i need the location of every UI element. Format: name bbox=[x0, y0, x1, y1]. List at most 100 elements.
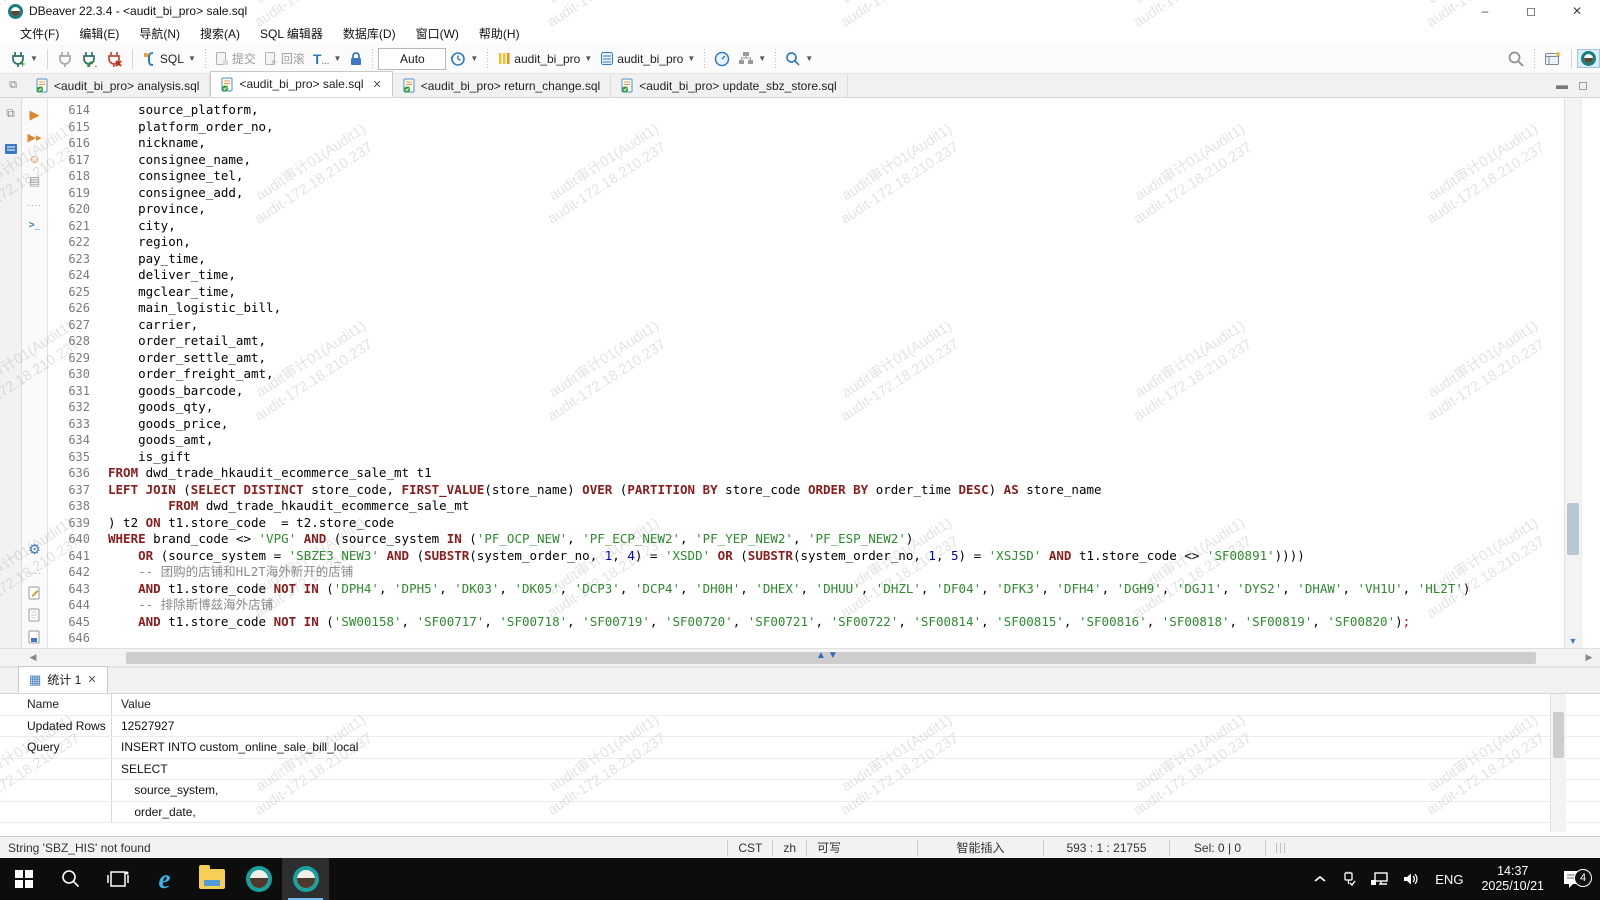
rollback-button[interactable]: 回滚 bbox=[260, 48, 309, 69]
scrollbar-thumb[interactable] bbox=[1553, 712, 1564, 758]
panel-vertical-scrollbar[interactable] bbox=[1550, 694, 1566, 832]
table-row-0[interactable]: Updated Rows12527927 bbox=[0, 716, 1600, 738]
commit-button[interactable]: 提交 bbox=[211, 48, 260, 69]
menu-item-5[interactable]: 数据库(D) bbox=[333, 23, 406, 44]
task-view-button[interactable] bbox=[94, 858, 141, 900]
column-header-name[interactable]: Name bbox=[0, 694, 112, 715]
status-bar: String 'SBZ_HIS' not found CST zh 可写 智能插… bbox=[0, 836, 1600, 858]
scrollbar-thumb[interactable] bbox=[1567, 503, 1579, 555]
reconnect-button[interactable] bbox=[77, 49, 102, 69]
status-insert-mode[interactable]: 智能插入 bbox=[917, 840, 1043, 856]
dbeaver-taskbar-button-active[interactable] bbox=[282, 858, 329, 900]
invalidate-connection-button[interactable] bbox=[53, 49, 77, 69]
editor-horizontal-scrollbar[interactable]: ◀ ▲▼ ▶ bbox=[0, 648, 1600, 666]
taskbar-clock[interactable]: 14:37 2025/10/21 bbox=[1471, 864, 1554, 894]
menu-item-4[interactable]: SQL 编辑器 bbox=[250, 23, 333, 44]
editor-tab-0[interactable]: <audit_bi_pro> analysis.sql bbox=[26, 74, 210, 97]
tab-label: <audit_bi_pro> analysis.sql bbox=[54, 79, 199, 93]
code-line-624: deliver_time, bbox=[108, 267, 1564, 284]
table-row-4[interactable]: order_date, bbox=[0, 802, 1600, 824]
close-button[interactable]: ✕ bbox=[1554, 0, 1600, 22]
maximize-view-icon[interactable]: ◻ bbox=[1578, 78, 1588, 92]
dbeaver-perspective-button[interactable] bbox=[1577, 49, 1600, 68]
table-row-3[interactable]: source_system, bbox=[0, 780, 1600, 802]
start-button[interactable] bbox=[0, 858, 47, 900]
dbeaver-icon bbox=[293, 866, 319, 892]
restore-panel-icon[interactable]: ⧉ bbox=[0, 102, 21, 124]
taskbar-search-button[interactable] bbox=[47, 858, 94, 900]
splitter-toggle-icon[interactable]: ▲▼ bbox=[816, 650, 840, 661]
transaction-log-button[interactable]: T… ▼ bbox=[309, 49, 345, 69]
scroll-right-icon[interactable]: ▶ bbox=[1580, 652, 1598, 663]
input-language[interactable]: ENG bbox=[1427, 872, 1471, 887]
editor-vertical-scrollbar[interactable]: ▲ ▼ bbox=[1564, 98, 1581, 648]
history-button[interactable]: ▼ bbox=[446, 49, 482, 69]
editor-tab-1[interactable]: <audit_bi_pro> sale.sql✕ bbox=[210, 71, 392, 97]
menu-item-0[interactable]: 文件(F) bbox=[10, 23, 69, 44]
maximize-button[interactable]: ◻ bbox=[1508, 0, 1554, 22]
status-language[interactable]: zh bbox=[772, 840, 806, 856]
action-center-button[interactable]: 4 bbox=[1554, 869, 1600, 889]
editor-tab-3[interactable]: <audit_bi_pro> update_sbz_store.sql bbox=[611, 74, 847, 97]
er-diagram-button[interactable]: ▼ bbox=[734, 49, 770, 68]
dashboard-button[interactable] bbox=[710, 49, 734, 69]
dbeaver-logo-icon bbox=[8, 4, 23, 19]
schema-selector[interactable]: audit_bi_pro ▼ bbox=[596, 49, 699, 68]
dbeaver-taskbar-button[interactable] bbox=[235, 858, 282, 900]
open-perspective-button[interactable] bbox=[1540, 48, 1566, 69]
scroll-left-icon[interactable]: ◀ bbox=[24, 652, 42, 663]
tray-chevron-up-icon[interactable] bbox=[1306, 874, 1334, 884]
sql-editor-button[interactable]: SQL ▼ bbox=[138, 49, 200, 69]
minimize-view-icon[interactable]: ▬ bbox=[1556, 78, 1568, 92]
edit-note-icon[interactable] bbox=[22, 582, 47, 604]
minimize-button[interactable]: – bbox=[1462, 0, 1508, 22]
column-header-value[interactable]: Value bbox=[112, 694, 1600, 715]
status-caret-position[interactable]: 593 : 1 : 21755 bbox=[1043, 840, 1169, 856]
statistics-table: Name Value Updated Rows12527927QueryINSE… bbox=[0, 694, 1600, 832]
internet-explorer-button[interactable]: e bbox=[141, 858, 188, 900]
code-line-629: order_settle_amt, bbox=[108, 350, 1564, 367]
quick-search-button[interactable] bbox=[1503, 48, 1529, 70]
network-icon[interactable] bbox=[1364, 872, 1396, 886]
execute-script-icon[interactable]: ▶ bbox=[22, 104, 47, 126]
usb-device-icon[interactable] bbox=[1334, 871, 1364, 887]
line-number: 640 bbox=[48, 531, 90, 548]
line-number: 619 bbox=[48, 185, 90, 202]
tab-statistics[interactable]: ▦ 统计 1 ✕ bbox=[18, 666, 108, 693]
explain-plan-icon[interactable]: ▤ bbox=[22, 170, 47, 192]
volume-icon[interactable] bbox=[1396, 872, 1427, 886]
scrollbar-thumb[interactable]: ▲▼ bbox=[126, 652, 1536, 664]
new-connection-button[interactable]: + ▼ bbox=[6, 49, 42, 69]
windows-logo-icon bbox=[15, 870, 33, 888]
sql-file-icon bbox=[221, 77, 234, 92]
projects-icon[interactable] bbox=[0, 138, 21, 160]
connection-selector[interactable]: audit_bi_pro ▼ bbox=[493, 49, 596, 68]
settings-gear-icon[interactable]: ⚙ bbox=[22, 538, 47, 560]
toolbar-search-button[interactable]: ▼ bbox=[781, 49, 817, 69]
menu-item-2[interactable]: 导航(N) bbox=[129, 23, 190, 44]
menu-item-3[interactable]: 搜索(A) bbox=[190, 23, 250, 44]
lock-button[interactable] bbox=[345, 49, 367, 68]
disconnect-button[interactable] bbox=[102, 49, 127, 69]
close-icon[interactable]: ✕ bbox=[87, 673, 96, 686]
chevron-down-icon: ▼ bbox=[188, 54, 196, 63]
restore-view-icon[interactable]: ⧉ bbox=[0, 73, 26, 97]
scroll-down-icon[interactable]: ▼ bbox=[1565, 636, 1581, 646]
execute-statement-icon[interactable]: ⎉ bbox=[22, 148, 47, 170]
menu-item-7[interactable]: 帮助(H) bbox=[469, 23, 530, 44]
table-row-1[interactable]: QueryINSERT INTO custom_online_sale_bill… bbox=[0, 737, 1600, 759]
status-timezone[interactable]: CST bbox=[727, 840, 772, 856]
file-icon[interactable] bbox=[22, 604, 47, 626]
menu-item-6[interactable]: 窗口(W) bbox=[406, 23, 469, 44]
terminal-icon[interactable]: >_ bbox=[22, 214, 47, 236]
sql-code-area[interactable]: source_platform, platform_order_no, nick… bbox=[100, 98, 1564, 648]
execute-new-tab-icon[interactable]: ▶▸ bbox=[22, 126, 47, 148]
table-row-2[interactable]: SELECT bbox=[0, 759, 1600, 781]
transaction-mode-select[interactable]: Auto bbox=[378, 48, 446, 70]
code-line-641: OR (source_system = 'SBZE3_NEW3' AND (SU… bbox=[108, 548, 1564, 565]
save-file-icon[interactable] bbox=[22, 626, 47, 648]
menu-item-1[interactable]: 编辑(E) bbox=[69, 23, 129, 44]
editor-tab-2[interactable]: <audit_bi_pro> return_change.sql bbox=[393, 74, 611, 97]
close-icon[interactable]: ✕ bbox=[373, 78, 382, 91]
file-explorer-button[interactable] bbox=[188, 858, 235, 900]
